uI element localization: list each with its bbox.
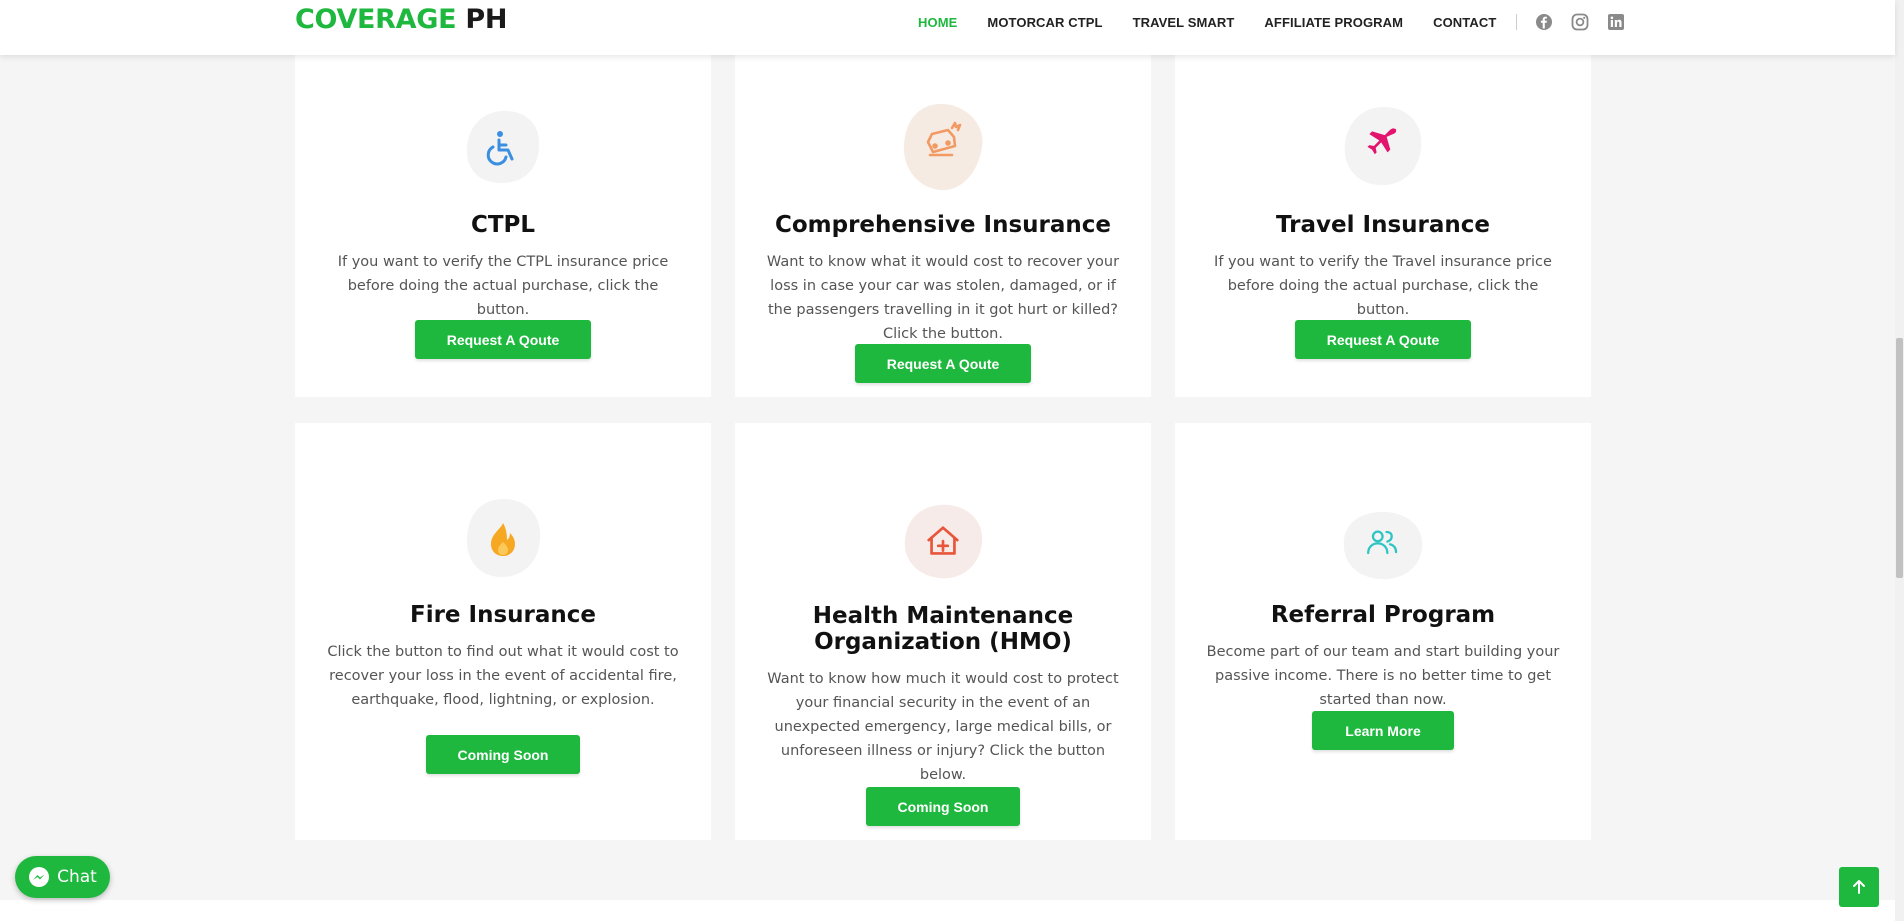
blob-shape [1343,511,1423,580]
blob-shape [904,504,983,579]
card-description: Want to know what it would cost to recov… [766,254,1120,342]
social-links [1535,13,1625,31]
logo-text-coverage[interactable]: COVERAGE [295,4,457,35]
request-quote-button[interactable]: Request A Qoute [415,320,591,359]
service-card-hmo: Health Maintenance Organization (HMO) Wa… [735,423,1151,840]
card-title: Fire Insurance [409,602,596,628]
card-description: Want to know how much it would cost to p… [767,671,1119,783]
site-logo[interactable]: COVERAGE PH [295,4,507,35]
coming-soon-button[interactable]: Coming Soon [866,787,1020,826]
icon-blob [462,497,544,579]
card-title: CTPL [470,212,536,238]
service-card-referral: Referral Program Become part of our team… [1175,423,1591,840]
footer-edge [0,900,1895,921]
service-card-fire: Fire Insurance Click the button to find … [295,423,711,840]
logo-text-ph[interactable]: PH [465,4,507,35]
scrollbar-thumb[interactable] [1896,338,1903,578]
chat-label: Chat [57,867,97,887]
card-title: Referral Program [1270,602,1496,628]
learn-more-button[interactable]: Learn More [1312,711,1454,750]
service-card-travel: Travel Insurance If you want to verify t… [1175,47,1591,397]
card-title-line2: Organization (HMO) [814,629,1072,655]
card-title: Travel Insurance [1276,212,1490,238]
site-header: COVERAGE PH HOME MOTORCAR CTPL TRAVEL SM… [0,0,1895,55]
facebook-icon[interactable] [1535,13,1553,31]
linkedin-icon[interactable] [1607,13,1625,31]
request-quote-button[interactable]: Request A Qoute [855,344,1031,383]
arrow-up-icon [1853,880,1865,894]
card-description: Click the button to find out what it wou… [327,644,679,708]
nav-home[interactable]: HOME [918,15,957,30]
page-scrollbar[interactable] [1895,0,1904,921]
nav-affiliate-program[interactable]: AFFILIATE PROGRAM [1264,15,1403,30]
nav-travel-smart[interactable]: TRAVEL SMART [1133,15,1235,30]
nav-motorcar-ctpl[interactable]: MOTORCAR CTPL [987,15,1102,30]
icon-blob [1342,105,1424,187]
nav-divider [1516,14,1518,30]
blob-shape [903,103,983,191]
service-card-ctpl: CTPL If you want to verify the CTPL insu… [295,47,711,397]
back-to-top-button[interactable] [1839,867,1879,907]
chat-button[interactable]: Chat [15,856,110,898]
card-description: If you want to verify the CTPL insurance… [337,254,669,318]
messenger-icon [29,867,50,887]
blob-shape [466,110,540,183]
icon-blob [902,501,984,583]
main-nav: HOME MOTORCAR CTPL TRAVEL SMART AFFILIAT… [918,13,1625,31]
icon-blob [462,107,544,189]
card-description: If you want to verify the Travel insuran… [1214,254,1552,318]
card-description: Become part of our team and start buildi… [1206,644,1560,708]
blob-shape [466,498,541,577]
icon-blob [1342,505,1424,587]
card-title-line1: Health Maintenance [812,603,1074,629]
coming-soon-button[interactable]: Coming Soon [426,735,580,774]
card-title: Comprehensive Insurance [774,212,1112,238]
icon-blob [902,103,984,191]
instagram-icon[interactable] [1571,13,1589,31]
service-card-comprehensive: Comprehensive Insurance Want to know wha… [735,47,1151,397]
nav-contact[interactable]: CONTACT [1433,15,1496,30]
blob-shape [1344,106,1422,186]
request-quote-button[interactable]: Request A Qoute [1295,320,1471,359]
